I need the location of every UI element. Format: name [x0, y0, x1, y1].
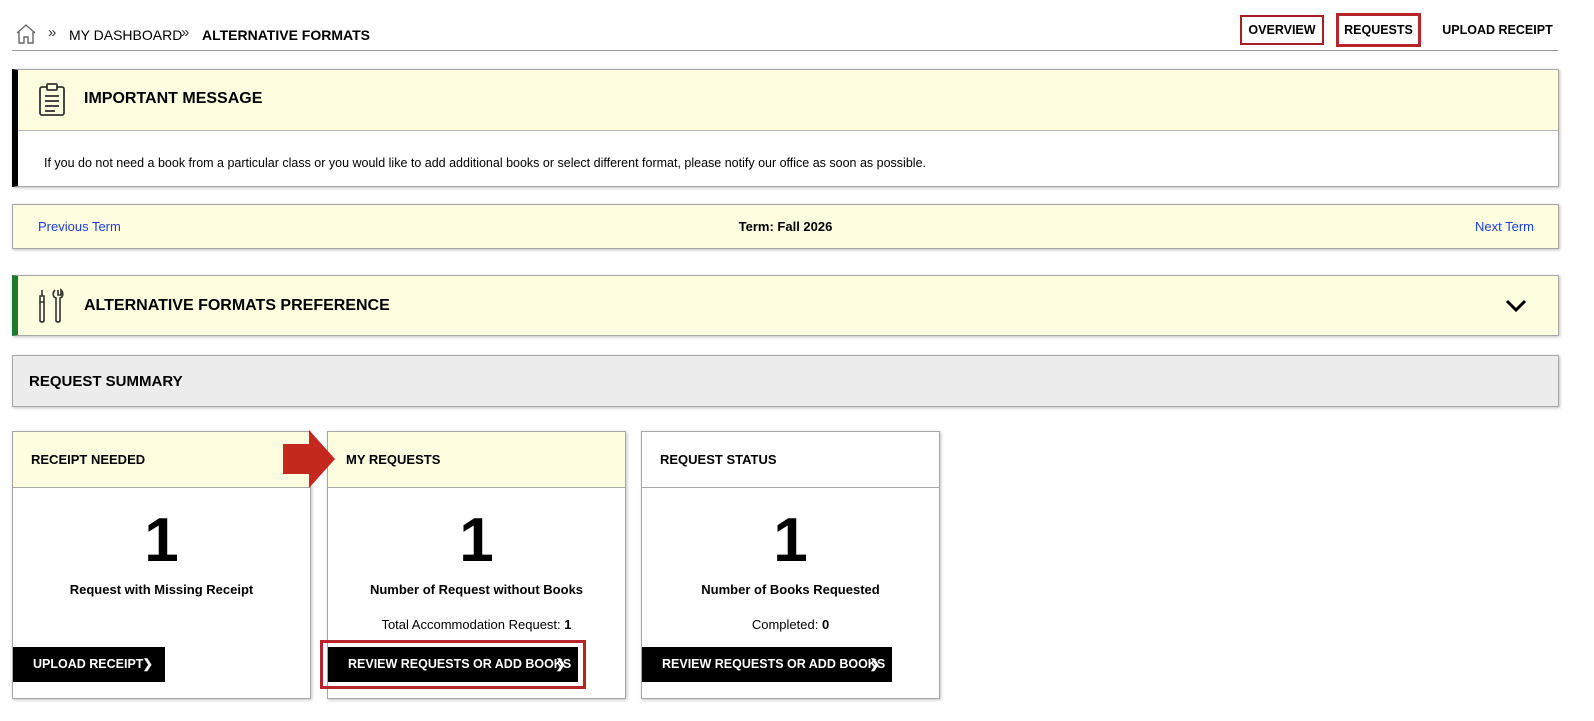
alternative-formats-preference-panel[interactable]: ALTERNATIVE FORMATS PREFERENCE: [12, 275, 1559, 336]
card-header: MY REQUESTS: [328, 432, 625, 488]
current-term-label: Term: Fall 2026: [738, 219, 833, 234]
chevron-right-icon: ❯: [142, 657, 153, 671]
button-label: REVIEW REQUESTS OR ADD BOOKS: [662, 657, 886, 671]
term-navigation: Previous Term Term: Fall 2026 Next Term: [12, 204, 1559, 249]
top-bar-divider: [12, 50, 1558, 51]
card-caption: Request with Missing Receipt: [69, 582, 254, 597]
card-sub-label: Completed:: [751, 617, 819, 632]
card-sub-label: Total Accommodation Request:: [381, 617, 561, 632]
preference-title: ALTERNATIVE FORMATS PREFERENCE: [84, 297, 390, 314]
card-title: REQUEST STATUS: [660, 452, 777, 467]
review-requests-button[interactable]: REVIEW REQUESTS OR ADD BOOKS ❯: [642, 647, 892, 682]
important-message-title: IMPORTANT MESSAGE: [84, 90, 263, 107]
card-count: 1: [773, 506, 808, 575]
breadcrumb-separator: »: [181, 24, 190, 41]
card-subtext: Completed: 0: [642, 617, 939, 632]
highlight-box: [320, 640, 586, 689]
request-status-card: REQUEST STATUS 1 Number of Books Request…: [641, 431, 940, 699]
nav-requests[interactable]: REQUESTS: [1336, 13, 1421, 47]
next-term-link[interactable]: Next Term: [1475, 219, 1534, 234]
request-summary-title: REQUEST SUMMARY: [29, 373, 183, 390]
card-caption: Number of Request without Books: [369, 582, 584, 597]
card-title: RECEIPT NEEDED: [31, 452, 146, 467]
chevron-down-icon[interactable]: [1504, 296, 1528, 316]
breadcrumb-alternative-formats: ALTERNATIVE FORMATS: [202, 27, 370, 43]
important-message-header: IMPORTANT MESSAGE: [18, 70, 1558, 131]
chevron-right-icon: ❯: [869, 657, 880, 671]
top-bar: » MY DASHBOARD » ALTERNATIVE FORMATS OVE…: [0, 0, 1594, 52]
receipt-needed-card: RECEIPT NEEDED 1 Request with Missing Re…: [12, 431, 311, 699]
card-caption: Number of Books Requested: [701, 582, 880, 597]
card-count: 1: [144, 506, 179, 575]
important-message-panel: IMPORTANT MESSAGE If you do not need a b…: [12, 69, 1559, 187]
card-sub-value: 1: [564, 617, 572, 632]
important-message-text: If you do not need a book from a particu…: [44, 156, 926, 170]
upload-receipt-button[interactable]: UPLOAD RECEIPT ❯: [13, 647, 165, 682]
breadcrumb-separator: »: [48, 24, 57, 41]
card-header: REQUEST STATUS: [642, 432, 939, 488]
home-icon[interactable]: [14, 22, 38, 46]
card-subtext: Total Accommodation Request: 1: [328, 617, 625, 632]
button-label: UPLOAD RECEIPT: [33, 657, 144, 671]
nav-upload-receipt[interactable]: UPLOAD RECEIPT: [1440, 22, 1555, 38]
card-header: RECEIPT NEEDED: [13, 432, 310, 488]
card-count: 1: [459, 506, 494, 575]
request-summary-header: REQUEST SUMMARY: [12, 355, 1559, 407]
red-arrow-icon: [283, 430, 335, 488]
clipboard-icon: [39, 83, 65, 116]
nav-overview[interactable]: OVERVIEW: [1240, 15, 1324, 45]
card-title: MY REQUESTS: [346, 452, 441, 467]
breadcrumb-my-dashboard[interactable]: MY DASHBOARD: [69, 27, 182, 43]
card-sub-value: 0: [821, 617, 830, 632]
tools-icon: [39, 288, 64, 323]
